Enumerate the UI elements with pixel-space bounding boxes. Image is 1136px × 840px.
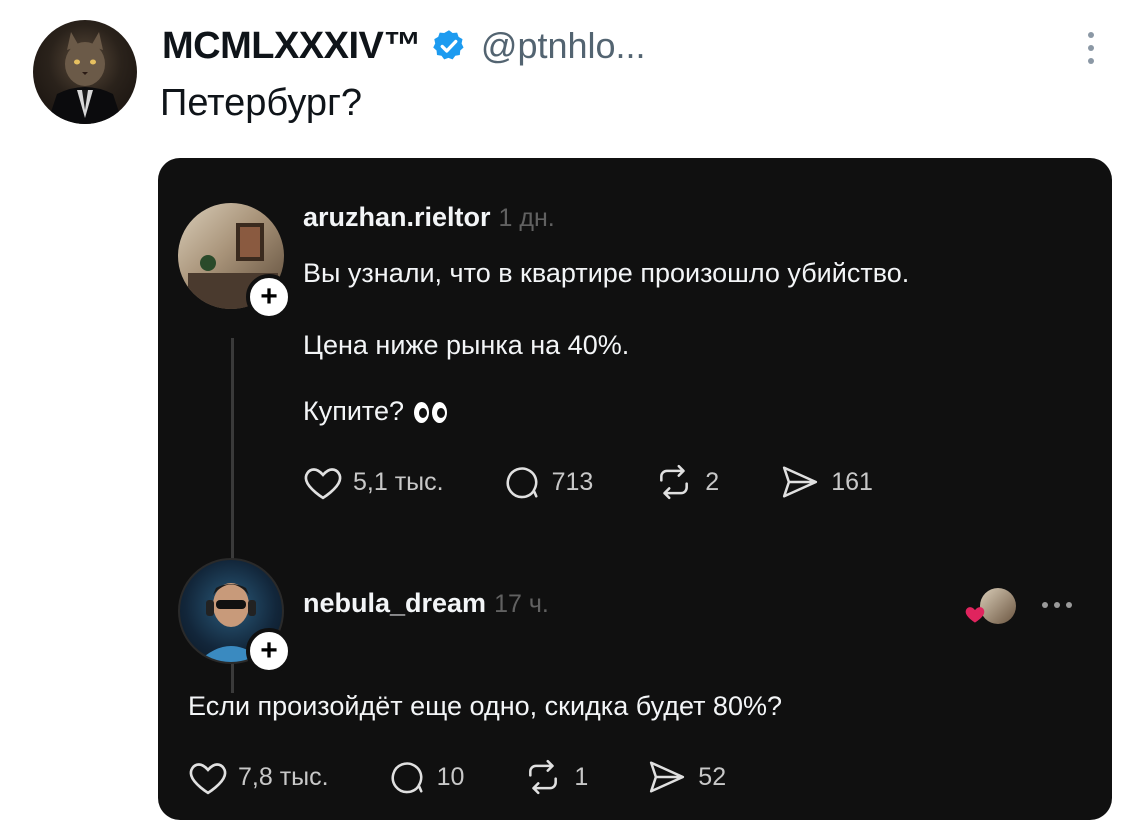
dot-icon — [1088, 58, 1094, 64]
dot-icon — [1088, 32, 1094, 38]
share-count: 52 — [698, 762, 727, 791]
attached-screenshot[interactable]: + aruzhan.rieltor 1 дн. Вы узнали, что в … — [158, 158, 1112, 820]
comment-button[interactable]: 10 — [387, 758, 465, 796]
red-heart-icon — [965, 607, 985, 623]
reply-username-text[interactable]: nebula_dream — [303, 588, 486, 618]
post-time: 1 дн. — [498, 204, 555, 232]
heart-icon — [304, 468, 342, 500]
comment-count: 713 — [551, 467, 594, 496]
reply-text: Если произойдёт еще одно, скидка будет 8… — [188, 691, 782, 721]
dot-icon — [1042, 602, 1048, 608]
more-options-button[interactable] — [1074, 28, 1108, 68]
dot-icon — [1054, 602, 1060, 608]
verified-badge-icon — [433, 30, 464, 60]
reply-time: 17 ч. — [494, 590, 549, 618]
follow-plus-button[interactable]: + — [246, 628, 292, 674]
send-icon — [650, 761, 685, 793]
cat-in-suit-avatar — [47, 32, 123, 124]
display-name[interactable]: MCMLXXXIV™ — [162, 25, 421, 68]
share-count: 161 — [831, 467, 873, 496]
reply-actions: 7,8 тыс. 10 1 52 — [188, 758, 726, 796]
comment-icon — [506, 467, 538, 499]
post-username-text[interactable]: aruzhan.rieltor — [303, 202, 491, 232]
tweet-text: Петербург? — [160, 82, 363, 124]
like-count: 7,8 тыс. — [238, 762, 329, 791]
heart-icon — [189, 763, 227, 795]
repost-button[interactable]: 2 — [653, 463, 719, 501]
post-username[interactable]: aruzhan.rieltor 1 дн. — [303, 202, 555, 233]
reply-username[interactable]: nebula_dream 17 ч. — [303, 588, 549, 619]
reply-more-button[interactable] — [1042, 602, 1072, 608]
tweet-header: MCMLXXXIV™ @ptnhlo... — [162, 22, 646, 70]
author-avatar[interactable] — [33, 20, 137, 124]
post-line-3: Купите? — [303, 396, 448, 427]
comment-count: 10 — [436, 762, 465, 791]
handle[interactable]: @ptnhlo... — [481, 25, 646, 67]
like-count: 5,1 тыс. — [353, 467, 444, 496]
share-button[interactable]: 52 — [646, 758, 726, 796]
like-button[interactable]: 5,1 тыс. — [303, 463, 444, 501]
post-line-1: Вы узнали, что в квартире произошло убий… — [303, 258, 910, 288]
send-icon — [783, 466, 818, 498]
repost-icon — [529, 759, 558, 795]
follow-plus-button[interactable]: + — [246, 274, 292, 320]
post-actions: 5,1 тыс. 713 2 161 — [303, 463, 873, 501]
repost-count: 2 — [705, 467, 720, 496]
comment-button[interactable]: 713 — [502, 463, 594, 501]
like-button[interactable]: 7,8 тыс. — [188, 758, 329, 796]
author-liked-indicator — [964, 588, 1018, 628]
repost-icon — [660, 464, 689, 500]
dot-icon — [1066, 602, 1072, 608]
share-button[interactable]: 161 — [779, 463, 873, 501]
eyes-emoji — [414, 402, 448, 424]
post-line-2: Цена ниже рынка на 40%. — [303, 330, 630, 360]
repost-count: 1 — [574, 762, 589, 791]
repost-button[interactable]: 1 — [522, 758, 588, 796]
comment-icon — [391, 762, 423, 794]
dot-icon — [1088, 45, 1094, 51]
post-line-3-text: Купите? — [303, 396, 405, 426]
